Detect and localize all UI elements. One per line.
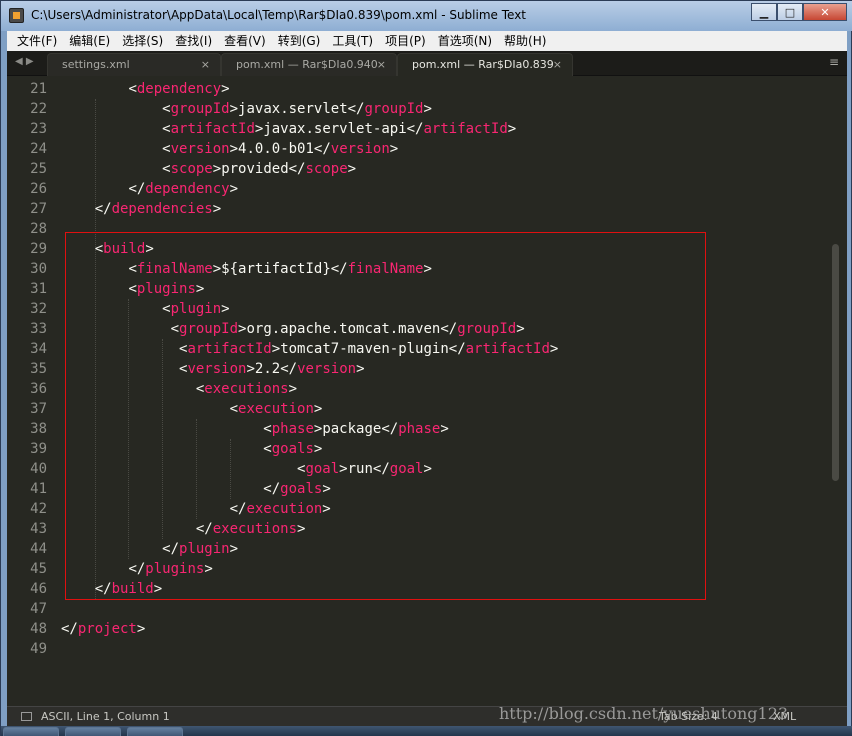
line-number: 24 <box>30 141 47 157</box>
line-number: 33 <box>30 321 47 337</box>
vertical-scrollbar[interactable] <box>832 244 839 481</box>
line-number: 23 <box>30 121 47 137</box>
code-line[interactable]: </dependency> <box>61 179 238 199</box>
line-number: 46 <box>30 581 47 597</box>
code-line[interactable]: <artifactId>javax.servlet-api</artifactI… <box>61 119 516 139</box>
line-number: 31 <box>30 281 47 297</box>
status-text: ASCII, Line 1, Column 1 <box>41 710 170 723</box>
tab-nav-arrows-icon[interactable]: ◀ ▶ <box>15 56 34 67</box>
menu-item[interactable]: 文件(F) <box>11 31 63 51</box>
sublime-app-icon <box>9 8 24 23</box>
line-number: 28 <box>30 221 47 237</box>
taskbar-app-button[interactable] <box>65 727 121 736</box>
line-number-gutter: 21 22 23 24 25 26 27 28 29 30 31 32 33 34 35 36 37 38 39 40… <box>7 76 51 706</box>
code-line[interactable]: <scope>provided</scope> <box>61 159 356 179</box>
tab-settings-xml[interactable]: settings.xml × <box>47 53 221 76</box>
line-number: 40 <box>30 461 47 477</box>
window-controls: ▁ □ ✕ <box>751 3 847 23</box>
line-number: 38 <box>30 421 47 437</box>
line-number: 22 <box>30 101 47 117</box>
taskbar-app-button[interactable] <box>127 727 183 736</box>
line-number: 45 <box>30 561 47 577</box>
tab-close-icon[interactable]: × <box>377 54 386 76</box>
tab-close-icon[interactable]: × <box>201 54 210 76</box>
highlight-box <box>65 232 706 600</box>
line-number: 37 <box>30 401 47 417</box>
line-number: 34 <box>30 341 47 357</box>
menu-item[interactable]: 选择(S) <box>116 31 169 51</box>
code-line[interactable]: <groupId>javax.servlet</groupId> <box>61 99 432 119</box>
menu-item[interactable]: 查找(I) <box>169 31 218 51</box>
maximize-button[interactable]: □ <box>777 3 803 21</box>
menu-item[interactable]: 编辑(E) <box>63 31 116 51</box>
taskbar-app-button[interactable] <box>3 727 59 736</box>
tab-pom-940[interactable]: pom.xml — Rar$DIa0.940 × <box>221 53 397 76</box>
tab-label: settings.xml <box>62 58 130 71</box>
menu-item[interactable]: 首选项(N) <box>432 31 498 51</box>
tab-pom-839[interactable]: pom.xml — Rar$DIa0.839 × <box>397 53 573 77</box>
close-button[interactable]: ✕ <box>803 3 847 21</box>
line-number: 25 <box>30 161 47 177</box>
line-number: 36 <box>30 381 47 397</box>
title-bar[interactable]: C:\Users\Administrator\AppData\Local\Tem… <box>1 1 852 31</box>
code-editor[interactable]: 21 22 23 24 25 26 27 28 29 30 31 32 33 34 35 36 37 38 39 40… <box>7 76 847 706</box>
menu-bar: 文件(F) 编辑(E) 选择(S) 查找(I) 查看(V) 转到(G) 工具(T) 项目(P)… <box>7 31 847 51</box>
line-number: 41 <box>30 481 47 497</box>
menu-item[interactable]: 工具(T) <box>326 31 379 51</box>
tab-label: pom.xml — Rar$DIa0.839 <box>412 58 554 71</box>
line-number: 35 <box>30 361 47 377</box>
console-icon[interactable] <box>21 712 32 721</box>
taskbar <box>1 726 852 736</box>
tab-bar: ◀ ▶ settings.xml × pom.xml — Rar$DIa0.94… <box>7 51 847 77</box>
code-line[interactable]: <version>4.0.0-b01</version> <box>61 139 398 159</box>
code-line[interactable]: </dependencies> <box>61 199 221 219</box>
line-number: 49 <box>30 641 47 657</box>
menu-item[interactable]: 转到(G) <box>272 31 327 51</box>
line-number: 47 <box>30 601 47 617</box>
tab-label: pom.xml — Rar$DIa0.940 <box>236 58 378 71</box>
line-number: 27 <box>30 201 47 217</box>
line-number: 43 <box>30 521 47 537</box>
line-number: 39 <box>30 441 47 457</box>
line-number: 26 <box>30 181 47 197</box>
code-line[interactable]: <dependency> <box>61 79 229 99</box>
menu-item[interactable]: 查看(V) <box>218 31 272 51</box>
line-number: 29 <box>30 241 47 257</box>
minimize-button[interactable]: ▁ <box>751 3 777 21</box>
line-number: 32 <box>30 301 47 317</box>
code-line[interactable]: </project> <box>61 619 145 639</box>
tab-close-icon[interactable]: × <box>553 54 562 76</box>
watermark: http://blog.csdn.net/yueshutong123 <box>499 704 789 723</box>
menu-item[interactable]: 项目(P) <box>379 31 432 51</box>
tab-menu-icon[interactable]: ≡ <box>829 55 839 69</box>
window-title: C:\Users\Administrator\AppData\Local\Tem… <box>31 8 526 22</box>
line-number: 48 <box>30 621 47 637</box>
line-number: 42 <box>30 501 47 517</box>
line-number: 30 <box>30 261 47 277</box>
menu-item[interactable]: 帮助(H) <box>498 31 552 51</box>
sublime-window: C:\Users\Administrator\AppData\Local\Tem… <box>0 0 852 736</box>
line-number: 44 <box>30 541 47 557</box>
line-number: 21 <box>30 81 47 97</box>
